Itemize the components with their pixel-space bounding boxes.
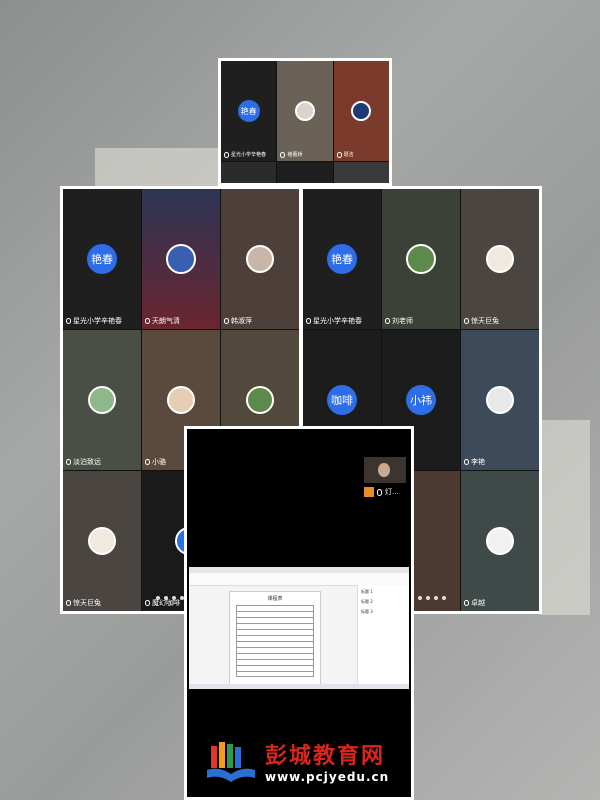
mic-icon xyxy=(336,151,342,158)
participant-name: 星光小学辛艳春 xyxy=(224,151,266,158)
avatar xyxy=(486,386,514,414)
avatar: 艳春 xyxy=(327,244,357,274)
avatar: 艳春 xyxy=(237,100,260,122)
avatar xyxy=(88,527,116,555)
doc-table xyxy=(236,605,314,677)
avatar xyxy=(406,244,436,274)
book-icon xyxy=(207,742,255,782)
video-tile[interactable]: 惊天巨兔 xyxy=(461,189,539,329)
presenter-label: 灯… xyxy=(364,487,399,497)
avatar: 小祎 xyxy=(406,385,436,415)
avatar xyxy=(351,101,372,121)
site-logo: 彭城教育网 www.pcjyedu.cn xyxy=(205,738,389,784)
video-tile[interactable] xyxy=(333,162,389,183)
paper-scrap-right xyxy=(540,420,590,615)
video-tile[interactable] xyxy=(277,162,333,183)
logo-title: 彭城教育网 xyxy=(265,744,386,769)
doc-sidebar: 标题 1 标题 2 标题 3 xyxy=(357,585,409,685)
video-tile[interactable]: 褚蕾娇 xyxy=(277,61,333,161)
mic-icon xyxy=(145,318,150,324)
participant-name: 李艳 xyxy=(464,457,485,467)
logo-text: 彭城教育网 www.pcjyedu.cn xyxy=(265,738,389,784)
page-dots[interactable] xyxy=(418,596,446,600)
top-video-grid: 艳春 星光小学辛艳春 褚蕾娇 斑洁 xyxy=(221,61,389,183)
avatar xyxy=(166,244,196,274)
participant-name: 淡泊致远 xyxy=(66,457,101,467)
video-tile[interactable]: 淡泊致远 xyxy=(63,330,141,470)
mic-icon xyxy=(145,459,150,465)
mic-icon xyxy=(224,318,229,324)
logo-url: www.pcjyedu.cn xyxy=(265,770,390,784)
mic-icon xyxy=(464,318,469,324)
mic-icon xyxy=(280,151,286,158)
mic-icon xyxy=(66,318,71,324)
shared-document-window[interactable]: 课程表 标题 1 标题 2 标题 3 xyxy=(189,567,409,689)
sidebar-item[interactable]: 标题 3 xyxy=(361,609,406,615)
participant-name: 星光小学辛艳春 xyxy=(306,316,362,326)
avatar xyxy=(246,245,274,273)
mic-icon xyxy=(377,488,382,496)
video-tile[interactable]: 韩淑萍 xyxy=(221,189,299,329)
avatar: 艳春 xyxy=(87,244,117,274)
video-tile[interactable]: 李艳 xyxy=(461,330,539,470)
participant-name: 斑洁 xyxy=(336,151,354,158)
share-black-area xyxy=(187,429,411,567)
participant-name: 卓越 xyxy=(464,598,485,608)
avatar xyxy=(246,386,274,414)
participant-name: 天朗气清 xyxy=(145,316,180,326)
video-tile[interactable] xyxy=(221,162,277,183)
participant-name: 惊天巨兔 xyxy=(464,316,499,326)
doc-page: 课程表 xyxy=(229,591,321,687)
mic-icon xyxy=(464,459,469,465)
avatar xyxy=(486,527,514,555)
participant-name: 褚蕾娇 xyxy=(280,151,302,158)
doc-title: 课程表 xyxy=(267,596,283,602)
mic-icon xyxy=(66,600,71,606)
video-tile[interactable]: 天朗气清 xyxy=(142,189,220,329)
presenter-face xyxy=(378,463,390,477)
avatar xyxy=(167,386,195,414)
participant-name: 星光小学辛艳春 xyxy=(66,316,122,326)
video-tile[interactable]: 刘老师 xyxy=(382,189,460,329)
video-tile[interactable]: 惊天巨兔 xyxy=(63,471,141,611)
sidebar-item[interactable]: 标题 1 xyxy=(361,589,406,595)
mic-icon xyxy=(145,600,150,606)
video-tile[interactable]: 艳春 星光小学辛艳春 xyxy=(221,61,277,161)
participant-name: 韩淑萍 xyxy=(224,316,252,326)
avatar: 咖啡 xyxy=(327,385,357,415)
page-dots[interactable] xyxy=(156,596,184,600)
mic-icon xyxy=(66,459,71,465)
participant-name: 惊天巨兔 xyxy=(66,598,101,608)
video-tile[interactable]: 艳春 星光小学辛艳春 xyxy=(303,189,381,329)
video-tile[interactable]: 卓越 xyxy=(461,471,539,611)
video-tile[interactable]: 艳春 星光小学辛艳春 xyxy=(63,189,141,329)
presenter-avatar-icon xyxy=(364,487,374,497)
mic-icon xyxy=(224,151,229,158)
mic-icon xyxy=(385,318,390,324)
participant-name: 小骆 xyxy=(145,457,166,467)
avatar xyxy=(486,245,514,273)
mic-icon xyxy=(306,318,311,324)
avatar xyxy=(88,386,116,414)
video-tile[interactable]: 斑洁 xyxy=(333,61,389,161)
top-screenshot: 艳春 星光小学辛艳春 褚蕾娇 斑洁 xyxy=(218,58,392,186)
presenter-video[interactable] xyxy=(364,457,406,483)
participant-name: 刘老师 xyxy=(385,316,413,326)
paper-scrap-left xyxy=(95,148,225,188)
sidebar-item[interactable]: 标题 2 xyxy=(361,599,406,605)
mic-icon xyxy=(464,600,469,606)
avatar xyxy=(294,101,315,121)
